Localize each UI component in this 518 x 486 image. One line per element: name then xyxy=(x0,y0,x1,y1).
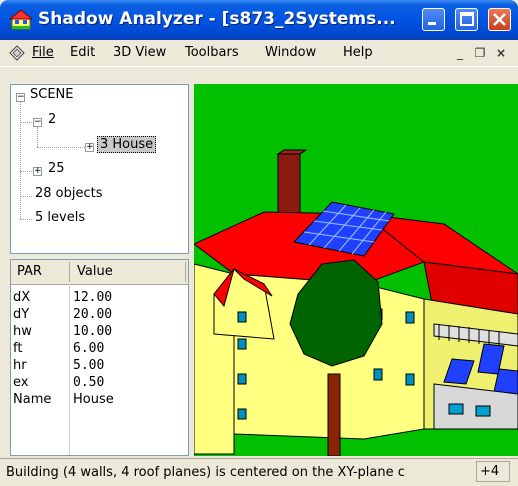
table-row[interactable]: ft 6.00 xyxy=(11,340,188,357)
menu-window[interactable]: Window xyxy=(265,45,316,60)
param-value[interactable]: 0.50 xyxy=(73,375,104,390)
minimize-icon xyxy=(428,22,436,25)
expand-25-toggle[interactable]: + xyxy=(33,167,42,176)
param-value[interactable]: 20.00 xyxy=(73,307,112,322)
scene-render xyxy=(194,84,518,456)
column-divider[interactable] xyxy=(185,262,186,282)
param-value[interactable]: 10.00 xyxy=(73,324,112,339)
param-name: dY xyxy=(13,307,30,322)
table-row[interactable]: dY 20.00 xyxy=(11,306,188,323)
param-name: hw xyxy=(13,324,32,339)
close-icon xyxy=(493,13,506,26)
property-grid[interactable]: PAR Value dX 12.00 dY 20.00 hw 10.00 ft … xyxy=(10,259,189,456)
tree-connector xyxy=(37,147,89,148)
grid-header: PAR Value xyxy=(11,260,188,285)
house-app-icon xyxy=(10,10,32,30)
tree-connector xyxy=(37,127,38,147)
param-value[interactable]: House xyxy=(73,392,114,407)
tree-node-scene[interactable]: SCENE xyxy=(30,87,73,102)
menu-bar: File Edit 3D View Toolbars Window Help _… xyxy=(0,40,518,67)
minimize-button[interactable] xyxy=(422,8,445,31)
tree-node-25[interactable]: 25 xyxy=(48,161,65,176)
param-name: Name xyxy=(13,392,52,407)
tree-node-objects[interactable]: 28 objects xyxy=(35,186,103,201)
document-icon[interactable] xyxy=(8,44,26,62)
maximize-icon xyxy=(460,12,474,26)
collapse-2-toggle[interactable]: − xyxy=(33,118,42,127)
param-name: dX xyxy=(13,290,31,305)
menu-edit-label: Edit xyxy=(70,45,96,60)
param-name: ft xyxy=(13,341,23,356)
menu-help[interactable]: Help xyxy=(343,45,373,60)
mdi-close-button[interactable]: × xyxy=(493,46,509,60)
menu-file[interactable]: File xyxy=(32,45,54,60)
param-value[interactable]: 12.00 xyxy=(73,290,112,305)
menu-window-label: Window xyxy=(265,45,317,60)
mdi-restore-button[interactable]: ❐ xyxy=(472,46,488,60)
menu-3d-view[interactable]: 3D View xyxy=(113,45,166,60)
table-row[interactable]: hw 10.00 xyxy=(11,323,188,340)
scene-tree[interactable]: − SCENE − 2 + 3 House + 25 28 objects 5 … xyxy=(10,84,189,254)
column-header-par[interactable]: PAR xyxy=(17,264,42,279)
menu-toolbars-label: Toolbars xyxy=(185,45,239,60)
column-divider[interactable] xyxy=(69,262,70,282)
menu-help-label: Help xyxy=(343,45,373,60)
tree-connector xyxy=(20,196,32,197)
param-value[interactable]: 5.00 xyxy=(73,358,104,373)
menu-file-label: File xyxy=(32,45,54,60)
param-name: hr xyxy=(13,358,27,373)
tree-connector xyxy=(20,122,32,123)
close-button[interactable] xyxy=(488,8,511,31)
table-row[interactable]: Name House xyxy=(11,391,188,408)
status-pane: +4 xyxy=(476,461,510,482)
tree-connector xyxy=(20,101,21,219)
column-header-value[interactable]: Value xyxy=(77,264,113,279)
collapse-scene-toggle[interactable]: − xyxy=(16,93,25,102)
table-row[interactable]: hr 5.00 xyxy=(11,357,188,374)
menu-3d-view-label: 3D View xyxy=(113,45,167,60)
tree-node-levels[interactable]: 5 levels xyxy=(35,210,85,225)
tree-connector xyxy=(20,219,32,220)
table-row[interactable]: ex 0.50 xyxy=(11,374,188,391)
maximize-button[interactable] xyxy=(455,8,478,31)
status-message: Building (4 walls, 4 roof planes) is cen… xyxy=(6,465,405,480)
param-name: ex xyxy=(13,375,29,390)
title-bar[interactable]: Shadow Analyzer - [s873_2Systems... xyxy=(0,0,518,40)
tree-trunk xyxy=(327,373,341,456)
table-row[interactable]: dX 12.00 xyxy=(11,289,188,306)
app-window: Shadow Analyzer - [s873_2Systems... File… xyxy=(0,0,518,486)
tree-connector xyxy=(20,171,32,172)
window-title: Shadow Analyzer - [s873_2Systems... xyxy=(38,9,396,29)
param-value[interactable]: 6.00 xyxy=(73,341,104,356)
status-bar: Building (4 walls, 4 roof planes) is cen… xyxy=(0,458,518,486)
tree-node-2[interactable]: 2 xyxy=(48,112,56,127)
expand-3-house-toggle[interactable]: + xyxy=(85,143,94,152)
menu-toolbars[interactable]: Toolbars xyxy=(185,45,239,60)
tree-node-3-house[interactable]: 3 House xyxy=(97,136,157,153)
3d-viewport[interactable] xyxy=(194,84,518,456)
mdi-minimize-button[interactable]: _ xyxy=(452,46,468,60)
menu-edit[interactable]: Edit xyxy=(70,45,95,60)
